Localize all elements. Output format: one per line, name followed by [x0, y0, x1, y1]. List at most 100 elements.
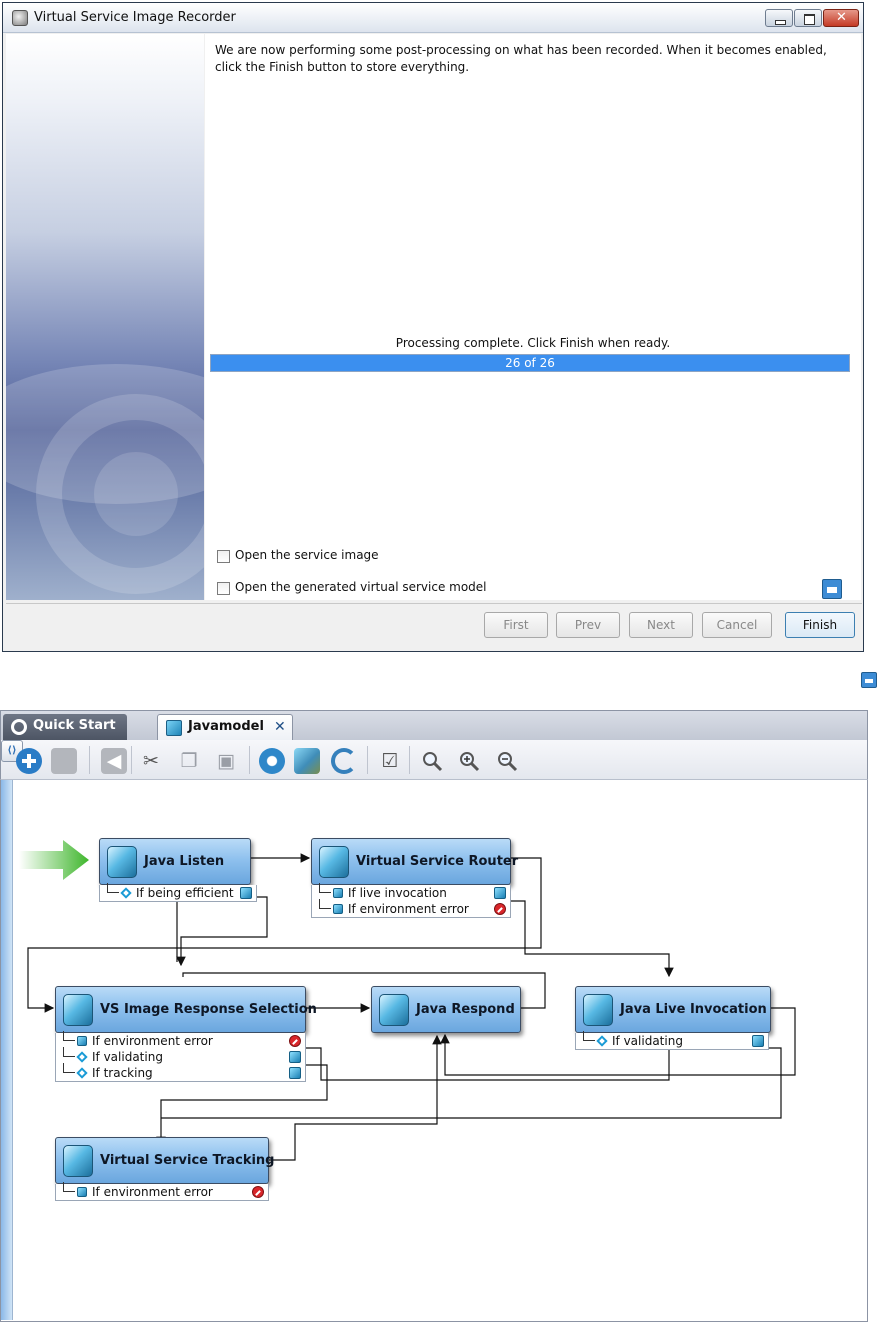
- copy-icon[interactable]: ❐: [176, 748, 202, 774]
- cube-icon: [289, 1067, 301, 1079]
- dialog-button-bar: First Prev Next Cancel Finish: [6, 603, 862, 647]
- dialog-titlebar[interactable]: Virtual Service Image Recorder ✕: [3, 3, 863, 33]
- node-branches: If being efficient: [99, 883, 257, 902]
- node-title: VS Image Response Selection: [100, 1002, 317, 1017]
- checklist-icon[interactable]: ☑: [377, 748, 403, 774]
- branch-connector: [63, 1031, 75, 1041]
- zoom-out-icon[interactable]: [494, 748, 520, 774]
- stop-icon: [494, 903, 506, 915]
- zoom-in-icon[interactable]: [456, 748, 482, 774]
- close-icon: ✕: [836, 10, 847, 25]
- step-cube-icon: [379, 994, 409, 1026]
- branch-label: If being efficient: [136, 886, 234, 900]
- cancel-button[interactable]: Cancel: [702, 612, 772, 638]
- quick-start-icon: [11, 719, 27, 735]
- diamond-icon: [596, 1035, 608, 1047]
- branch-label: If live invocation: [348, 886, 447, 900]
- cube-icon: [333, 904, 343, 914]
- open-model-label: Open the generated virtual service model: [235, 580, 487, 594]
- model-cube-icon: [166, 720, 182, 736]
- node-header[interactable]: Java Respond: [371, 986, 521, 1033]
- diamond-icon: [120, 887, 132, 899]
- node-branches: If live invocation If environment error: [311, 883, 511, 918]
- tab-javamodel[interactable]: Javamodel ✕: [157, 714, 293, 740]
- node-header[interactable]: Java Listen: [99, 838, 251, 885]
- cube-icon[interactable]: [294, 748, 320, 774]
- finish-button[interactable]: Finish: [785, 612, 855, 638]
- branch-label: If validating: [92, 1050, 163, 1064]
- model-canvas[interactable]: Java Listen If being efficient Virtual S…: [0, 780, 868, 1322]
- first-button[interactable]: First: [484, 612, 548, 638]
- branch-connector: [63, 1182, 75, 1192]
- step-cube-icon: [583, 994, 613, 1026]
- refresh-icon[interactable]: [331, 748, 357, 774]
- step-cube-icon: [319, 846, 349, 878]
- processing-status: Processing complete. Click Finish when r…: [395, 336, 671, 350]
- diamond-icon: [76, 1067, 88, 1079]
- node-header[interactable]: VS Image Response Selection: [55, 986, 317, 1033]
- cube-icon: [240, 887, 252, 899]
- node-header[interactable]: Virtual Service Router: [311, 838, 518, 885]
- cube-icon: [752, 1035, 764, 1047]
- branch-label: If environment error: [92, 1034, 213, 1048]
- branch-label: If environment error: [348, 902, 469, 916]
- toolbar-separator: [249, 746, 250, 774]
- zoom-in-glyph: [460, 752, 480, 772]
- stop-icon: [252, 1186, 264, 1198]
- open-service-image-label: Open the service image: [235, 548, 379, 562]
- back-icon[interactable]: ◀: [101, 748, 127, 774]
- wire-live-to-invocation: [511, 900, 674, 978]
- cube-icon: [289, 1051, 301, 1063]
- tab-quick-start[interactable]: Quick Start: [3, 714, 127, 740]
- delete-icon[interactable]: [51, 748, 77, 774]
- progress-label: 26 of 26: [505, 356, 555, 370]
- start-arrow: [19, 840, 89, 880]
- branch-item[interactable]: If environment error: [312, 899, 510, 917]
- branch-item[interactable]: If validating: [576, 1031, 768, 1049]
- recorder-dialog: Virtual Service Image Recorder ✕ We are …: [2, 2, 864, 652]
- step-cube-icon: [63, 1145, 93, 1177]
- toolbar-separator: [131, 746, 132, 774]
- node-header[interactable]: Java Live Invocation: [575, 986, 771, 1033]
- toolbar-separator: [409, 746, 410, 774]
- open-model-checkbox[interactable]: [217, 582, 230, 595]
- maximize-button[interactable]: [794, 9, 822, 27]
- step-cube-icon: [107, 846, 137, 878]
- next-button[interactable]: Next: [629, 612, 693, 638]
- open-service-image-checkbox[interactable]: [217, 550, 230, 563]
- close-tab-icon[interactable]: ✕: [274, 715, 286, 739]
- diamond-icon: [76, 1051, 88, 1063]
- side-logo-hub: [94, 452, 178, 536]
- cut-icon[interactable]: ✂: [138, 748, 164, 774]
- wizard-side-graphic: [6, 34, 204, 600]
- node-title: Virtual Service Tracking: [100, 1153, 275, 1168]
- branch-connector: [107, 883, 119, 893]
- gear-icon[interactable]: [259, 748, 285, 774]
- progress-bar: 26 of 26: [210, 354, 850, 372]
- branch-item[interactable]: If being efficient: [100, 883, 256, 901]
- toolbar-separator: [89, 746, 90, 774]
- node-header[interactable]: Virtual Service Tracking: [55, 1137, 274, 1184]
- cube-icon: [494, 887, 506, 899]
- branch-item[interactable]: If validating: [56, 1047, 305, 1065]
- close-window-button[interactable]: ✕: [823, 9, 859, 27]
- magnifier-icon: [423, 752, 443, 772]
- node-title: Java Listen: [144, 854, 225, 869]
- node-branches: If environment error: [55, 1182, 269, 1201]
- branch-item[interactable]: If tracking: [56, 1063, 305, 1081]
- branch-connector: [319, 883, 331, 893]
- branch-item[interactable]: If environment error: [56, 1182, 268, 1200]
- paste-icon[interactable]: ▣: [213, 748, 239, 774]
- minimize-button[interactable]: [765, 9, 793, 27]
- zoom-icon[interactable]: [419, 748, 445, 774]
- prev-button[interactable]: Prev: [556, 612, 620, 638]
- step-cube-icon: [63, 994, 93, 1026]
- cube-icon: [333, 888, 343, 898]
- tab-javamodel-label: Javamodel: [188, 719, 264, 734]
- editor-tabstrip: Quick Start Javamodel ✕: [0, 710, 868, 740]
- branch-item[interactable]: If live invocation: [312, 883, 510, 901]
- branch-item[interactable]: If environment error: [56, 1031, 305, 1049]
- add-step-icon[interactable]: [16, 748, 42, 774]
- tab-quick-start-label: Quick Start: [33, 718, 116, 733]
- save-icon[interactable]: [822, 579, 842, 599]
